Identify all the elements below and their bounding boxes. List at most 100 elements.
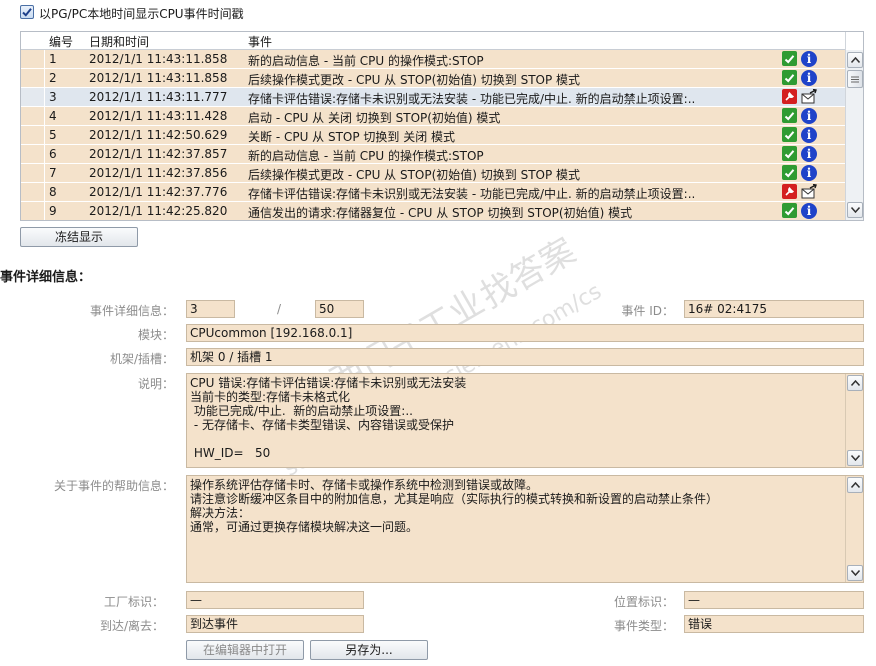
row-event: 关断 - CPU 从 STOP 切换到 关闭 模式	[248, 130, 456, 144]
row-number: 5	[49, 128, 57, 142]
row-datetime: 2012/1/1 11:42:25.820	[89, 204, 228, 218]
row-datetime: 2012/1/1 11:42:37.857	[89, 147, 228, 161]
table-header: 编号 日期和时间 事件	[21, 32, 847, 50]
table-row[interactable]: 5 2012/1/1 11:42:50.629 关断 - CPU 从 STOP 切换…	[21, 126, 847, 145]
ok-checkmark-icon	[782, 165, 798, 181]
row-header[interactable]	[21, 88, 45, 106]
open-in-editor-button[interactable]: 在编辑器中打开	[186, 640, 304, 660]
table-row[interactable]: 1 2012/1/1 11:43:11.858 新的启动信息 - 当前 CPU 的操…	[21, 50, 847, 69]
help-line: 请注意诊断缓冲区条目中的附加信息，尤其是响应（实际执行的模式转换和新设置的启动禁…	[190, 492, 719, 506]
detail-slash: /	[277, 302, 282, 316]
row-header[interactable]	[21, 69, 45, 87]
help-scroll-up-button[interactable]	[847, 477, 863, 493]
event-type-field[interactable]: 错误	[684, 615, 864, 633]
row-event: 新的启动信息 - 当前 CPU 的操作模式:STOP	[248, 54, 484, 68]
row-number: 2	[49, 71, 57, 85]
error-wrench-icon	[782, 184, 798, 200]
chevron-up-icon	[850, 482, 860, 488]
row-header[interactable]	[21, 50, 45, 68]
table-scrollbar[interactable]	[845, 50, 863, 220]
diagnostic-buffer-table: 编号 日期和时间 事件 1 2012/1/1 11:43:11.858 新的启动信息…	[20, 31, 864, 221]
help-line: 解决方法：	[190, 506, 251, 520]
table-row[interactable]: 2 2012/1/1 11:43:11.858 后续操作模式更改 - CPU 从 S…	[21, 69, 847, 88]
row-header[interactable]	[21, 183, 45, 201]
desc-scroll-down-button[interactable]	[847, 450, 863, 466]
col-header-datetime[interactable]: 日期和时间	[89, 33, 149, 50]
detail-index-label: 事件详细信息：	[89, 304, 174, 318]
ok-checkmark-icon	[782, 203, 798, 219]
row-number: 6	[49, 147, 57, 161]
description-line: CPU 错误:存储卡评估错误:存储卡未识别或无法安装	[190, 376, 467, 390]
save-as-button[interactable]: 另存为...	[310, 640, 428, 660]
row-datetime: 2012/1/1 11:42:37.776	[89, 185, 228, 199]
col-header-event[interactable]: 事件	[248, 33, 272, 50]
plant-tag-field[interactable]: —	[186, 591, 364, 609]
help-textarea[interactable]: 操作系统评估存储卡时、存储卡或操作系统中检测到错误或故障。 请注意诊断缓冲区条目中…	[186, 475, 864, 583]
local-time-checkbox[interactable]	[20, 5, 34, 19]
detail-total-field[interactable]: 50	[315, 300, 364, 318]
description-line: 功能已完成/中止. 新的启动禁止项设置:..	[190, 404, 413, 418]
help-label: 关于事件的帮助信息：	[53, 479, 174, 493]
scroll-down-button[interactable]	[847, 202, 863, 218]
description-line	[190, 432, 860, 446]
table-row[interactable]: 8 2012/1/1 11:42:37.776 存储卡评估错误:存储卡未识别或无法安…	[21, 183, 847, 202]
scroll-up-button[interactable]	[847, 52, 863, 68]
table-row[interactable]: 7 2012/1/1 11:42:37.856 后续操作模式更改 - CPU 从 S…	[21, 164, 847, 183]
row-number: 8	[49, 185, 57, 199]
description-label: 说明：	[137, 377, 174, 391]
description-textarea[interactable]: CPU 错误:存储卡评估错误:存储卡未识别或无法安装 当前卡的类型:存储卡未格式化…	[186, 373, 864, 468]
incoming-outgoing-field[interactable]: 到达事件	[186, 615, 364, 633]
help-scrollbar[interactable]	[845, 476, 863, 582]
module-field[interactable]: CPUcommon [192.168.0.1]	[186, 324, 864, 342]
help-line: 通常，可通过更换存储模块解决这一问题。	[190, 520, 419, 534]
scroll-thumb[interactable]	[847, 70, 863, 88]
grip-icon	[851, 76, 859, 82]
checkmark-icon	[22, 8, 32, 17]
desc-scroll-up-button[interactable]	[847, 375, 863, 391]
col-header-number[interactable]: 编号	[49, 33, 73, 50]
row-datetime: 2012/1/1 11:43:11.858	[89, 71, 228, 85]
table-row[interactable]: 9 2012/1/1 11:42:25.820 通信发出的请求:存储器复位 - CP…	[21, 202, 847, 220]
location-tag-field[interactable]: —	[684, 591, 864, 609]
row-header[interactable]	[21, 145, 45, 163]
ok-checkmark-icon	[782, 51, 798, 67]
rack-slot-field[interactable]: 机架 0 / 插槽 1	[186, 348, 864, 366]
chevron-up-icon	[850, 57, 860, 63]
location-tag-label: 位置标识：	[613, 595, 674, 609]
info-icon: i	[801, 165, 817, 181]
event-details-title: 事件详细信息：	[0, 270, 92, 285]
row-event: 新的启动信息 - 当前 CPU 的操作模式:STOP	[248, 149, 484, 163]
row-header[interactable]	[21, 107, 45, 125]
row-event: 存储卡评估错误:存储卡未识别或无法安装 - 功能已完成/中止. 新的启动禁止项设…	[248, 187, 696, 201]
row-datetime: 2012/1/1 11:43:11.777	[89, 90, 228, 104]
ok-checkmark-icon	[782, 108, 798, 124]
row-datetime: 2012/1/1 11:43:11.428	[89, 109, 228, 123]
detail-index-field[interactable]: 3	[186, 300, 235, 318]
table-row[interactable]: 3 2012/1/1 11:43:11.777 存储卡评估错误:存储卡未识别或无法安…	[21, 88, 847, 107]
event-id-field[interactable]: 16# 02:4175	[684, 300, 864, 318]
help-line: 操作系统评估存储卡时、存储卡或操作系统中检测到错误或故障。	[190, 478, 539, 492]
help-scroll-down-button[interactable]	[847, 565, 863, 581]
outgoing-message-icon	[801, 183, 817, 200]
row-datetime: 2012/1/1 11:42:50.629	[89, 128, 228, 142]
table-row[interactable]: 4 2012/1/1 11:43:11.428 启动 - CPU 从 关闭 切换到 …	[21, 107, 847, 126]
description-scrollbar[interactable]	[845, 374, 863, 467]
row-number: 9	[49, 204, 57, 218]
error-wrench-icon	[782, 89, 798, 105]
row-datetime: 2012/1/1 11:43:11.858	[89, 52, 228, 66]
rack-slot-label: 机架/插槽：	[109, 352, 174, 366]
info-icon: i	[801, 127, 817, 143]
outgoing-message-icon	[801, 88, 817, 105]
row-event: 存储卡评估错误:存储卡未识别或无法安装 - 功能已完成/中止. 新的启动禁止项设…	[248, 92, 696, 106]
row-number: 7	[49, 166, 57, 180]
row-event: 启动 - CPU 从 关闭 切换到 STOP(初始值) 模式	[248, 111, 501, 125]
local-time-label: 以PG/PC本地时间显示CPU事件时间戳	[39, 7, 244, 21]
chevron-down-icon	[850, 570, 860, 576]
ok-checkmark-icon	[782, 70, 798, 86]
row-event: 后续操作模式更改 - CPU 从 STOP(初始值) 切换到 STOP 模式	[248, 73, 581, 87]
row-header[interactable]	[21, 202, 45, 220]
freeze-display-button[interactable]: 冻结显示	[20, 227, 138, 247]
row-header[interactable]	[21, 164, 45, 182]
table-row[interactable]: 6 2012/1/1 11:42:37.857 新的启动信息 - 当前 CPU 的操…	[21, 145, 847, 164]
row-header[interactable]	[21, 126, 45, 144]
